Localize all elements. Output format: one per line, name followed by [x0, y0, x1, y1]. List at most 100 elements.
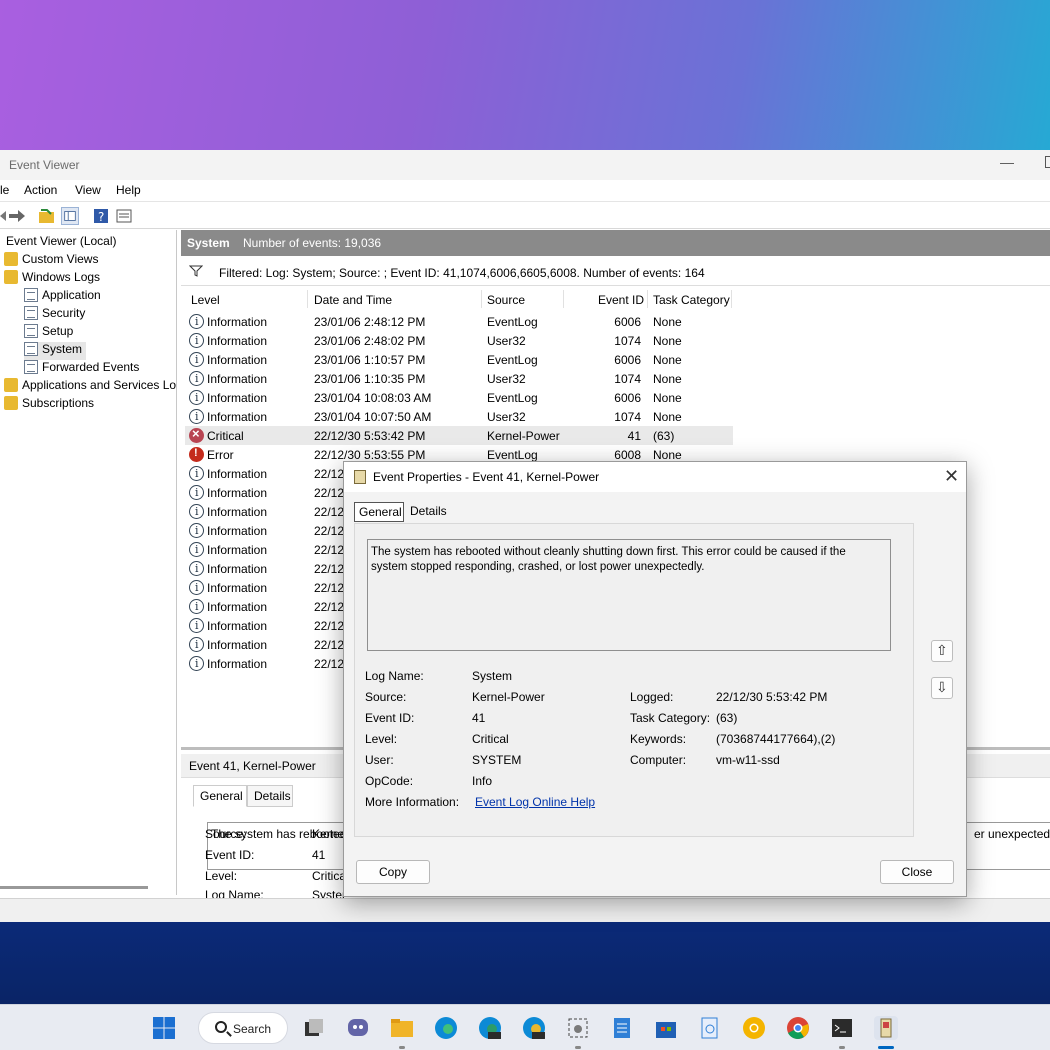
snipping-tool-icon[interactable] [566, 1016, 590, 1040]
table-row[interactable]: Information 23/01/06 1:10:35 PM User32 1074… [185, 369, 733, 388]
next-event-button[interactable] [931, 677, 953, 699]
task-view-icon[interactable] [302, 1016, 326, 1040]
maximize-button[interactable] [1045, 156, 1050, 168]
menu-help[interactable]: Help [116, 183, 141, 197]
dialog-tab-details[interactable]: Details [406, 502, 452, 522]
start-icon[interactable] [152, 1016, 176, 1040]
edge-icon[interactable] [434, 1016, 458, 1040]
properties-icon[interactable] [115, 207, 133, 225]
running-indicator [399, 1046, 405, 1049]
tree-item-setup[interactable]: Setup [24, 324, 73, 342]
copy-button[interactable]: Copy [356, 860, 430, 884]
open-folder-icon[interactable] [38, 207, 56, 225]
info-icon [189, 390, 204, 405]
notepad-icon[interactable] [610, 1016, 634, 1040]
row-date: 22/12 [314, 524, 345, 538]
column-event-id[interactable]: Event ID [598, 293, 644, 307]
log-icon [24, 324, 38, 338]
log-icon [24, 306, 38, 320]
tree-item-event-viewer-local[interactable]: Event Viewer (Local) [6, 234, 117, 252]
detail-title: Event 41, Kernel-Power [189, 759, 316, 773]
chrome-canary-icon[interactable] [742, 1016, 766, 1040]
minimize-button[interactable]: — [1000, 154, 1014, 170]
search-box[interactable]: Search [198, 1012, 288, 1044]
desktop-wallpaper-bottom [0, 922, 1050, 1004]
row-date: 23/01/06 1:10:57 PM [314, 353, 426, 367]
table-row[interactable]: Information 23/01/04 10:07:50 AM User32 107… [185, 407, 733, 426]
tree-item-custom-views[interactable]: Custom Views [4, 252, 98, 270]
row-level: Information [207, 486, 268, 500]
previous-event-button[interactable] [931, 640, 953, 662]
dialog-tab-general[interactable]: General [354, 502, 404, 522]
folder-icon [4, 378, 18, 392]
edge-canary-icon[interactable] [522, 1016, 546, 1040]
tree-item-system[interactable]: System [24, 342, 87, 360]
row-date: 22/12/30 5:53:55 PM [314, 448, 426, 462]
table-row[interactable]: Information 23/01/06 2:48:02 PM User32 1074… [185, 331, 733, 350]
document-icon[interactable] [698, 1016, 722, 1040]
column-task-category[interactable]: Task Category [653, 293, 730, 307]
tree-item-applications-and-services[interactable]: Applications and Services Lo [4, 378, 176, 396]
edge-beta-icon[interactable] [478, 1016, 502, 1040]
column-date[interactable]: Date and Time [314, 293, 392, 307]
row-task-category: None [653, 353, 682, 367]
forward-arrow-icon[interactable] [8, 207, 26, 225]
source-value: Kernel-Power [472, 690, 545, 704]
tree-item-windows-logs[interactable]: Windows Logs [4, 270, 100, 288]
status-bar [0, 898, 1050, 922]
event-properties-dialog: Event Properties - Event 41, Kernel-Powe… [343, 461, 967, 897]
tree-item-application[interactable]: Application [24, 288, 101, 306]
row-event-id: 6006 [614, 315, 641, 329]
tree-item-security[interactable]: Security [24, 306, 85, 324]
window-title: Event Viewer [9, 158, 80, 172]
row-source: User32 [487, 410, 526, 424]
row-level: Information [207, 315, 268, 329]
tab-details[interactable]: Details [247, 785, 293, 807]
detail-source-label: Source: [205, 827, 247, 841]
table-row[interactable]: Information 23/01/06 1:10:57 PM EventLog 60… [185, 350, 733, 369]
tab-general[interactable]: General [193, 785, 247, 807]
row-date: 22/12 [314, 619, 345, 633]
menu-view[interactable]: View [75, 183, 101, 197]
row-date: 23/01/04 10:07:50 AM [314, 410, 432, 424]
row-task-category: None [653, 315, 682, 329]
task-category-label: Task Category: [630, 711, 711, 725]
microsoft-store-icon[interactable] [654, 1016, 678, 1040]
row-date: 22/12 [314, 600, 345, 614]
table-row[interactable]: Critical 22/12/30 5:53:42 PM Kernel-Power 4… [185, 426, 733, 445]
table-row[interactable]: Information 23/01/06 2:48:12 PM EventLog 60… [185, 312, 733, 331]
row-level: Information [207, 657, 268, 671]
event-viewer-taskbar-icon[interactable] [874, 1016, 898, 1040]
event-log-online-help-link[interactable]: Event Log Online Help [475, 795, 595, 809]
row-source: User32 [487, 334, 526, 348]
log-name-value: System [472, 669, 513, 683]
dialog-message-box[interactable]: The system has rebooted without cleanly … [367, 539, 891, 651]
close-button[interactable]: Close [880, 860, 954, 884]
column-level[interactable]: Level [191, 293, 220, 307]
row-date: 22/12/30 5:53:42 PM [314, 429, 426, 443]
show-hide-tree-icon[interactable] [61, 207, 79, 225]
tree-horizontal-scrollbar[interactable] [0, 886, 148, 889]
menu-action[interactable]: Action [24, 183, 57, 197]
file-explorer-icon[interactable] [390, 1016, 414, 1040]
logged-value: 22/12/30 5:53:42 PM [716, 690, 828, 704]
detail-level-value: Critica [312, 869, 347, 883]
computer-value: vm-w11-ssd [716, 753, 780, 767]
chrome-icon[interactable] [786, 1016, 810, 1040]
teams-chat-icon[interactable] [346, 1016, 370, 1040]
tree-item-subscriptions[interactable]: Subscriptions [4, 396, 94, 414]
info-icon [189, 352, 204, 367]
row-date: 23/01/06 2:48:02 PM [314, 334, 426, 348]
terminal-icon[interactable] [830, 1016, 854, 1040]
info-icon [189, 504, 204, 519]
menu-file[interactable]: le [0, 183, 9, 197]
log-icon [24, 342, 38, 356]
help-icon[interactable]: ? [92, 207, 110, 225]
table-row[interactable]: Information 23/01/04 10:08:03 AM EventLog 6… [185, 388, 733, 407]
close-icon[interactable]: ✕ [944, 466, 959, 487]
column-source[interactable]: Source [487, 293, 525, 307]
log-icon [24, 360, 38, 374]
info-icon [189, 637, 204, 652]
tree-item-forwarded-events[interactable]: Forwarded Events [24, 360, 139, 378]
row-source: EventLog [487, 315, 538, 329]
